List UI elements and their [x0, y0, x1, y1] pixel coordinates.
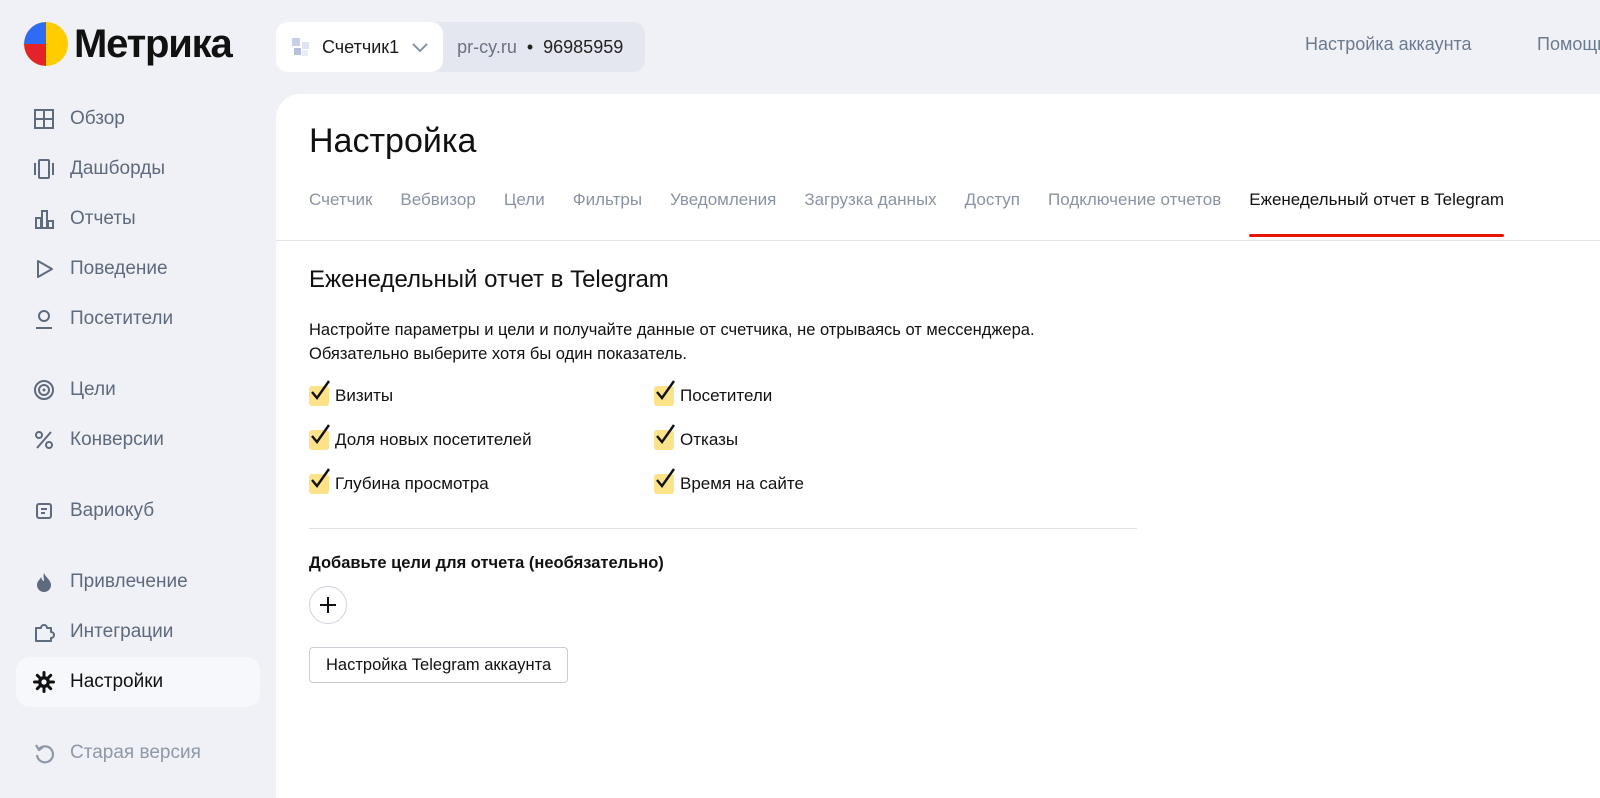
tab-goals[interactable]: Цели	[504, 190, 545, 238]
sidebar: Обзор Дашборды Отчеты Поведение Посетите…	[16, 94, 260, 778]
undo-icon	[32, 741, 56, 765]
divider	[309, 528, 1137, 529]
description-line: Обязательно выберите хотя бы один показа…	[309, 345, 688, 363]
counter-site: pr-cy.ru	[457, 36, 517, 57]
checkbox-visits[interactable]: Визиты	[309, 380, 394, 406]
sidebar-item-old-version[interactable]: Старая версия	[16, 728, 260, 778]
sidebar-item-label: Обзор	[70, 108, 125, 129]
sidebar-item-visitors[interactable]: Посетители	[16, 294, 260, 344]
tab-webvisor[interactable]: Вебвизор	[400, 190, 475, 238]
sidebar-item-goals[interactable]: Цели	[16, 365, 260, 415]
sidebar-item-label: Старая версия	[70, 742, 201, 763]
sidebar-item-dashboards[interactable]: Дашборды	[16, 144, 260, 194]
counter-switcher[interactable]: Счетчик1 pr-cy.ru • 96985959	[276, 22, 646, 72]
target-icon	[32, 378, 56, 402]
chevron-down-icon	[412, 43, 428, 53]
page-title: Настройка	[309, 122, 477, 160]
sidebar-item-acquisition[interactable]: Привлечение	[16, 557, 260, 607]
flame-icon	[32, 570, 56, 594]
tab-data-upload[interactable]: Загрузка данных	[804, 190, 936, 238]
sidebar-item-label: Цели	[70, 379, 116, 400]
counter-id: 96985959	[543, 36, 624, 57]
sidebar-item-label: Конверсии	[70, 429, 164, 450]
dashboards-icon	[32, 157, 56, 181]
checkbox-checked-icon[interactable]	[309, 468, 330, 494]
counter-separator: •	[526, 36, 534, 57]
tab-telegram-report[interactable]: Еженедельный отчет в Telegram	[1249, 190, 1504, 238]
sidebar-item-overview[interactable]: Обзор	[16, 94, 260, 144]
user-icon	[32, 307, 56, 331]
tabs-divider	[276, 240, 1600, 241]
sidebar-item-reports[interactable]: Отчеты	[16, 194, 260, 244]
telegram-account-settings-button[interactable]: Настройка Telegram аккаунта	[309, 647, 569, 683]
checkbox-new-visitors-share[interactable]: Доля новых посетителей	[309, 424, 532, 450]
add-goal-button[interactable]	[309, 586, 347, 624]
checkbox-label: Глубина просмотра	[335, 474, 489, 493]
counter-select[interactable]: Счетчик1	[276, 22, 444, 72]
account-settings-link[interactable]: Настройка аккаунта	[1305, 34, 1472, 55]
checkbox-label: Отказы	[680, 430, 739, 449]
checkbox-label: Время на сайте	[680, 474, 804, 493]
tab-access[interactable]: Доступ	[965, 190, 1020, 238]
puzzle-icon	[32, 620, 56, 644]
metrika-logo-icon	[24, 22, 68, 66]
checkbox-checked-icon[interactable]	[654, 380, 675, 406]
checkbox-checked-icon[interactable]	[309, 380, 330, 406]
sidebar-item-label: Настройки	[70, 671, 164, 692]
tab-filters[interactable]: Фильтры	[573, 190, 642, 238]
checkbox-label: Посетители	[680, 386, 773, 405]
logo-text: Метрика	[74, 22, 233, 66]
sidebar-item-behavior[interactable]: Поведение	[16, 244, 260, 294]
sidebar-item-integrations[interactable]: Интеграции	[16, 607, 260, 657]
tab-notifications[interactable]: Уведомления	[670, 190, 776, 238]
checkbox-label: Доля новых посетителей	[335, 430, 532, 449]
description-line: Настройте параметры и цели и получайте д…	[309, 321, 1035, 339]
sidebar-item-label: Привлечение	[70, 571, 188, 592]
percent-icon	[32, 428, 56, 452]
section-title: Еженедельный отчет в Telegram	[309, 266, 669, 293]
main-panel: Настройка Счетчик Вебвизор Цели Фильтры …	[276, 94, 1600, 798]
sidebar-item-settings[interactable]: Настройки	[16, 657, 260, 707]
goals-title: Добавьте цели для отчета (необязательно)	[309, 554, 664, 572]
checkbox-time-on-site[interactable]: Время на сайте	[654, 468, 804, 494]
logo[interactable]: Метрика	[24, 22, 233, 66]
section-description: Настройте параметры и цели и получайте д…	[309, 318, 1035, 366]
sidebar-item-label: Посетители	[70, 308, 174, 329]
sidebar-item-label: Интеграции	[70, 621, 174, 642]
sidebar-item-label: Дашборды	[70, 158, 165, 179]
sidebar-item-label: Вариокуб	[70, 500, 155, 521]
checkbox-label: Визиты	[335, 386, 394, 405]
checkbox-page-depth[interactable]: Глубина просмотра	[309, 468, 489, 494]
counter-icon	[292, 38, 309, 56]
help-link[interactable]: Помощь	[1537, 34, 1600, 55]
sidebar-item-label: Поведение	[70, 258, 168, 279]
checkbox-visitors[interactable]: Посетители	[654, 380, 773, 406]
checkbox-checked-icon[interactable]	[309, 424, 330, 450]
sidebar-item-label: Отчеты	[70, 208, 136, 229]
tab-counter[interactable]: Счетчик	[309, 190, 372, 238]
settings-tabs: Счетчик Вебвизор Цели Фильтры Уведомлени…	[309, 190, 1532, 238]
checkbox-checked-icon[interactable]	[654, 424, 675, 450]
bar-chart-icon	[32, 207, 56, 231]
plus-icon	[320, 597, 336, 613]
variocube-icon	[32, 499, 56, 523]
counter-name: Счетчик1	[322, 36, 400, 57]
sidebar-item-conversions[interactable]: Конверсии	[16, 415, 260, 465]
tab-report-connection[interactable]: Подключение отчетов	[1048, 190, 1221, 238]
sidebar-item-variocube[interactable]: Вариокуб	[16, 486, 260, 536]
checkbox-checked-icon[interactable]	[654, 468, 675, 494]
grid-icon	[32, 107, 56, 131]
gear-icon	[32, 670, 56, 694]
play-icon	[32, 257, 56, 281]
checkbox-bounces[interactable]: Отказы	[654, 424, 739, 450]
